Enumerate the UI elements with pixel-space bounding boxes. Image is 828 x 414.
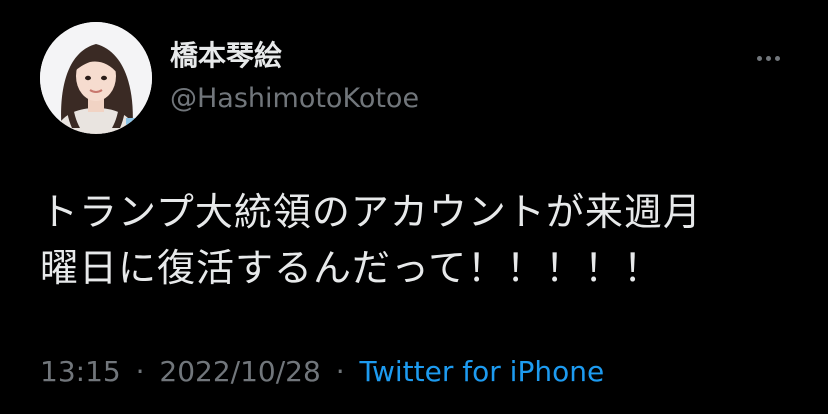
tweet-time[interactable]: 13:15 <box>40 355 121 388</box>
tweet-source-link[interactable]: Twitter for iPhone <box>360 355 605 388</box>
tweet-text-line: トランプ大統領のアカウントが来週月 <box>40 190 702 234</box>
tweet-meta: 13:15 · 2022/10/28 · Twitter for iPhone <box>40 352 604 392</box>
profile-photo <box>40 22 152 134</box>
meta-separator: · <box>135 355 145 388</box>
tweet-text-line: 曜日に復活するんだって！！！！！ <box>40 246 663 290</box>
username-handle[interactable]: @HashimotoKotoe <box>170 80 419 118</box>
more-options-button[interactable] <box>748 44 788 72</box>
more-horizontal-icon <box>756 55 762 61</box>
avatar[interactable] <box>40 22 152 134</box>
tweet: 橋本琴絵 @HashimotoKotoe トランプ大統領のアカウントが来週月 曜… <box>0 0 828 414</box>
more-horizontal-icon-dot <box>774 55 780 61</box>
display-name[interactable]: 橋本琴絵 <box>170 36 282 76</box>
tweet-text: トランプ大統領のアカウントが来週月 曜日に復活するんだって！！！！！ <box>40 184 800 296</box>
tweet-date[interactable]: 2022/10/28 <box>159 355 320 388</box>
more-horizontal-icon-dot <box>765 55 771 61</box>
meta-separator: · <box>335 355 345 388</box>
